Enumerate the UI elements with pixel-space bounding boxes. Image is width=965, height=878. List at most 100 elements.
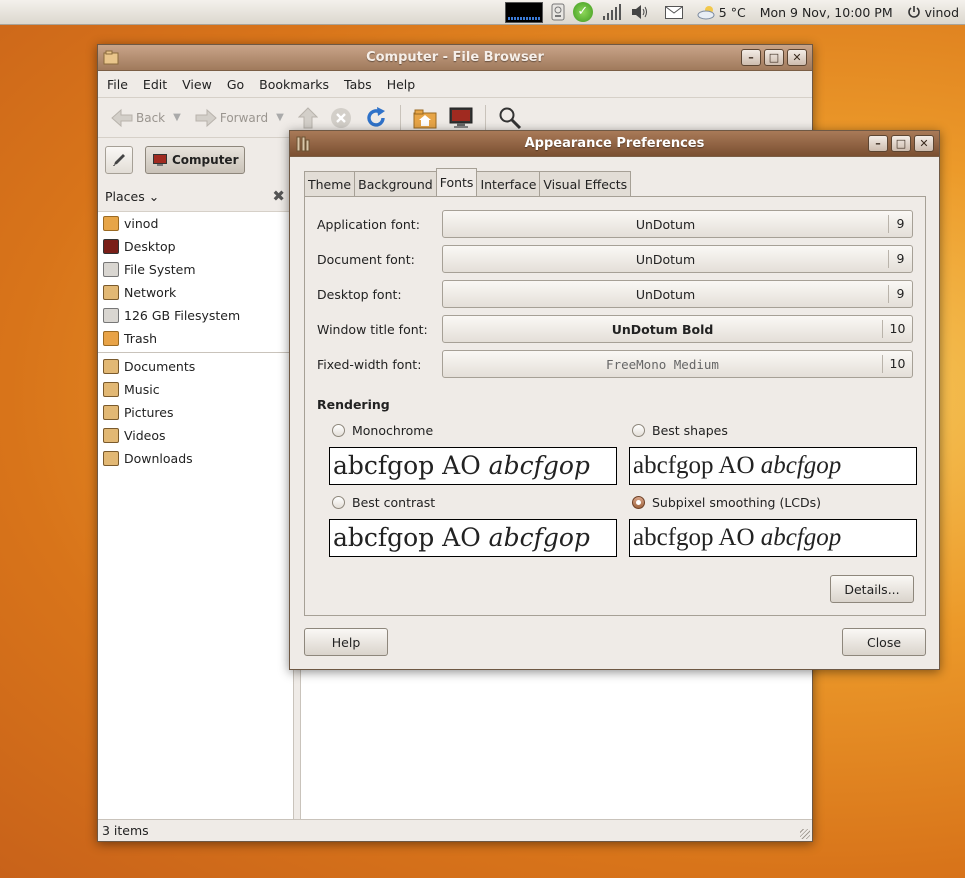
- forward-button[interactable]: Forward: [191, 103, 272, 133]
- tab-interface[interactable]: Interface: [476, 171, 541, 196]
- tab-background[interactable]: Background: [354, 171, 437, 196]
- menu-edit[interactable]: Edit: [143, 77, 176, 92]
- stop-icon: [330, 107, 351, 128]
- maximize-button[interactable]: □: [891, 135, 911, 152]
- radio-best-contrast[interactable]: Best contrast: [332, 495, 435, 510]
- sidebar-item-downloads[interactable]: Downloads: [98, 447, 293, 470]
- appearance-window-icon[interactable]: [295, 136, 311, 152]
- computer-button[interactable]: [445, 103, 477, 133]
- sidebar-item-label: Music: [124, 382, 160, 397]
- statusbar: 3 items: [98, 819, 812, 841]
- home-button[interactable]: [409, 103, 441, 133]
- sidebar-item-music[interactable]: Music: [98, 378, 293, 401]
- network-folder-icon: [103, 285, 119, 300]
- sidebar-item-trash[interactable]: Trash: [98, 327, 293, 350]
- sidebar-item-126gb-filesystem[interactable]: 126 GB Filesystem: [98, 304, 293, 327]
- menu-bookmarks[interactable]: Bookmarks: [259, 77, 338, 92]
- network-signal-icon[interactable]: [601, 2, 623, 22]
- up-button[interactable]: [294, 103, 322, 133]
- search-button[interactable]: [494, 103, 526, 133]
- fixed-width-font-row: Fixed-width font: FreeMono Medium 10: [317, 350, 913, 378]
- sidebar-item-pictures[interactable]: Pictures: [98, 401, 293, 424]
- sample-monochrome[interactable]: abcfgop AO abcfgop: [329, 447, 617, 485]
- close-sidebar-icon[interactable]: ✖: [272, 187, 285, 205]
- desktop-font-button[interactable]: UnDotum 9: [442, 280, 913, 308]
- sidebar-item-videos[interactable]: Videos: [98, 424, 293, 447]
- sidebar-item-file-system[interactable]: File System: [98, 258, 293, 281]
- file-browser-titlebar[interactable]: Computer - File Browser – □ ✕: [98, 45, 812, 71]
- tab-theme[interactable]: Theme: [304, 171, 356, 196]
- appearance-titlebar[interactable]: Appearance Preferences – □ ✕: [290, 131, 939, 157]
- radio-best-shapes[interactable]: Best shapes: [632, 423, 728, 438]
- places-sidebar: Places ⌄ ✖ vinod Desktop File System Net…: [98, 181, 294, 819]
- back-button[interactable]: Back: [107, 103, 169, 133]
- user-name[interactable]: vinod: [925, 5, 959, 20]
- radio-label: Subpixel smoothing (LCDs): [652, 495, 822, 510]
- window-title-font-button[interactable]: UnDotum Bold 10: [442, 315, 913, 343]
- system-monitor-applet[interactable]: [504, 1, 543, 23]
- back-arrow-icon: [111, 108, 133, 127]
- computer-small-icon: [153, 153, 167, 166]
- window-title-font-row: Window title font: UnDotum Bold 10: [317, 315, 913, 343]
- details-button[interactable]: Details...: [830, 575, 914, 603]
- minimize-button[interactable]: –: [741, 49, 761, 66]
- minimize-button[interactable]: –: [868, 135, 888, 152]
- sidebar-item-label: Desktop: [124, 239, 176, 254]
- update-ok-icon[interactable]: ✓: [572, 2, 593, 22]
- application-font-button[interactable]: UnDotum 9: [442, 210, 913, 238]
- sidebar-item-vinod[interactable]: vinod: [98, 212, 293, 235]
- sidebar-item-label: Videos: [124, 428, 166, 443]
- close-dialog-button[interactable]: Close: [842, 628, 926, 656]
- menu-go[interactable]: Go: [227, 77, 253, 92]
- close-button[interactable]: ✕: [914, 135, 934, 152]
- close-button[interactable]: ✕: [787, 49, 807, 66]
- radio-monochrome[interactable]: Monochrome: [332, 423, 433, 438]
- sample-best-contrast[interactable]: abcfgop AO abcfgop: [329, 519, 617, 557]
- sample-best-shapes[interactable]: abcfgop AO abcfgop: [629, 447, 917, 485]
- volume-icon[interactable]: [631, 2, 649, 22]
- tab-visual-effects[interactable]: Visual Effects: [539, 171, 632, 196]
- radio-button[interactable]: [632, 496, 645, 509]
- sidebar-item-desktop[interactable]: Desktop: [98, 235, 293, 258]
- sidebar-item-network[interactable]: Network: [98, 281, 293, 304]
- sidebar-header: Places ⌄ ✖: [98, 181, 293, 212]
- stop-button[interactable]: [326, 103, 356, 133]
- document-font-button[interactable]: UnDotum 9: [442, 245, 913, 273]
- radio-button[interactable]: [632, 424, 645, 437]
- sample-subpixel-smoothing[interactable]: abcfgop AO abcfgop: [629, 519, 917, 557]
- clock[interactable]: Mon 9 Nov, 10:00 PM: [760, 5, 893, 20]
- tab-fonts[interactable]: Fonts: [435, 168, 478, 196]
- downloads-folder-icon: [103, 451, 119, 466]
- font-name: UnDotum: [635, 216, 696, 232]
- power-icon[interactable]: [907, 2, 921, 22]
- toggle-location-entry-button[interactable]: [105, 145, 133, 174]
- back-history-chevron-icon[interactable]: ▼: [173, 112, 181, 123]
- reload-button[interactable]: [360, 103, 392, 133]
- file-browser-window-icon[interactable]: [103, 50, 119, 66]
- sidebar-item-documents[interactable]: Documents: [98, 355, 293, 378]
- radio-button[interactable]: [332, 496, 345, 509]
- places-dropdown[interactable]: Places ⌄: [105, 189, 159, 204]
- disk-icon[interactable]: [551, 2, 565, 22]
- rendering-heading: Rendering: [317, 397, 390, 412]
- toolbar-separator: [484, 104, 486, 131]
- application-font-row: Application font: UnDotum 9: [317, 210, 913, 238]
- home-folder-icon: [413, 109, 437, 128]
- font-size: 9: [888, 215, 912, 233]
- forward-history-chevron-icon[interactable]: ▼: [276, 112, 284, 123]
- menu-file[interactable]: File: [107, 77, 137, 92]
- resize-grip-icon[interactable]: [800, 829, 810, 839]
- weather-cloud-icon[interactable]: [697, 2, 717, 22]
- radio-subpixel-smoothing[interactable]: Subpixel smoothing (LCDs): [632, 495, 821, 510]
- up-arrow-icon: [297, 106, 318, 128]
- radio-button[interactable]: [332, 424, 345, 437]
- fixed-width-font-button[interactable]: FreeMono Medium 10: [442, 350, 913, 378]
- help-button[interactable]: Help: [304, 628, 388, 656]
- maximize-button[interactable]: □: [764, 49, 784, 66]
- menu-tabs[interactable]: Tabs: [344, 77, 381, 92]
- menu-view[interactable]: View: [182, 77, 221, 92]
- menu-help[interactable]: Help: [387, 77, 425, 92]
- mail-icon[interactable]: [664, 2, 683, 22]
- breadcrumb-computer[interactable]: Computer: [145, 145, 246, 174]
- weather-temperature[interactable]: 5 °C: [719, 5, 746, 20]
